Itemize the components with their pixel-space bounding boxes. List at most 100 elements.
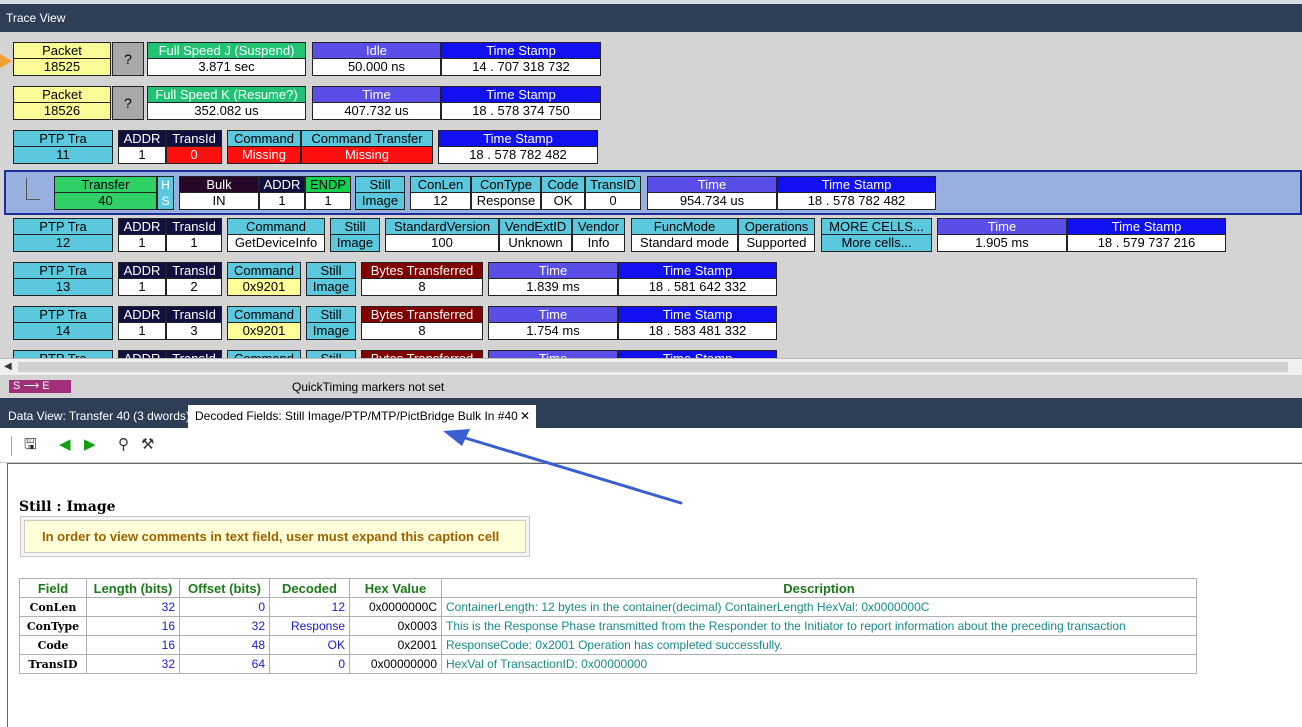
transid-cell[interactable]: TransId 2 [166,262,222,296]
col-hex-value: Hex Value [349,578,442,598]
command-transfer-cell[interactable]: Command Transfer Missing [301,130,433,164]
trace-view-panel[interactable]: Packet 18525 ? Full Speed J (Suspend) 3.87… [0,32,1302,358]
packet-cell[interactable]: Packet 18525 [13,42,111,76]
table-row[interactable]: Code 16 48 OK 0x2001 ResponseCode: 0x200… [19,635,1197,655]
start-end-marker-button[interactable]: S ⟶ E [9,380,71,393]
still-image-cell[interactable]: ▶StillImage [306,262,356,296]
scrollbar-thumb[interactable] [18,362,1288,372]
close-icon[interactable]: ✕ [520,405,530,428]
save-icon[interactable]: 🖫 [24,437,37,453]
still-image-cell[interactable]: Still [306,350,356,358]
code-cell[interactable]: Code OK [541,176,585,210]
timestamp-cell[interactable]: Time Stamp 18 . 578 782 482 [438,130,598,164]
time-cell[interactable]: Time 1.839 ms [488,262,618,296]
time-cell[interactable]: Time 954.734 us [647,176,777,210]
table-row[interactable]: ConType 16 32 Response 0x0003 This is th… [19,616,1197,636]
command-cell[interactable]: Command GetDeviceInfo [227,218,325,252]
command-cell[interactable]: Command [227,350,301,358]
conlen-cell[interactable]: ConLen 12 [410,176,471,210]
func-mode-cell[interactable]: FuncMode Standard mode [631,218,738,252]
command-cell[interactable]: Command 0x9201 [227,306,301,340]
col-field: Field [19,578,87,598]
transid-cell[interactable]: TransID 0 [585,176,641,210]
still-image-cell[interactable]: ▶StillImage [306,306,356,340]
unknown-cell[interactable]: ? [112,86,144,120]
trace-row-transfer-40-selected[interactable]: ▲Transfer40 HS BulkIN ADDR1 ENDP1 ▶Still… [4,170,1302,215]
data-view-tabbar: Data View: Transfer 40 (3 dwords) Decode… [0,398,1302,428]
col-offset: Offset (bits) [179,578,270,598]
timestamp-cell[interactable]: Time Stamp 18 . 578 782 482 [777,176,936,210]
table-row[interactable]: TransID 32 64 0 0x00000000 HexVal of Tra… [19,654,1197,674]
bulk-cell[interactable]: Bulk IN [179,176,259,210]
tab-data-view[interactable]: Data View: Transfer 40 (3 dwords) [0,405,190,428]
quicktiming-bar: S ⟶ E QuickTiming markers not set [0,375,1302,398]
horizontal-scrollbar[interactable]: ◀ [0,358,1302,375]
packet-cell[interactable]: Packet 18526 [13,86,111,120]
transid-cell[interactable]: TransId 1 [166,218,222,252]
timestamp-cell[interactable]: Time Stamp 18 . 581 642 332 [618,262,777,296]
operations-cell[interactable]: Operations Supported [738,218,815,252]
time-cell[interactable]: Time [488,350,618,358]
still-image-cell[interactable]: ▶StillImage [330,218,380,252]
binoculars-icon[interactable]: ⚲ [118,437,129,453]
unknown-cell[interactable]: ? [112,42,144,76]
col-length: Length (bits) [86,578,180,598]
bookmark-marker-icon [0,54,12,68]
table-row[interactable]: ConLen 32 0 12 0x0000000C ContainerLengt… [19,597,1197,617]
decoded-section-title: Still : Image [19,499,116,515]
trace-view-title: Trace View [0,4,1302,32]
transid-cell[interactable]: TransId 3 [166,306,222,340]
transid-cell[interactable]: TransId [166,350,222,358]
tab-decoded-fields-label: Decoded Fields: Still Image/PTP/MTP/Pict… [195,409,518,423]
ptp-transaction-cell[interactable]: ▲PTP Tra13 [13,262,113,296]
next-icon[interactable]: ▶ [84,437,96,453]
more-cells-cell[interactable]: MORE CELLS... More cells... [821,218,932,252]
standard-version-cell[interactable]: StandardVersion 100 [385,218,499,252]
contype-cell[interactable]: ConType Response [471,176,541,210]
time-cell[interactable]: Time 1.754 ms [488,306,618,340]
timestamp-cell[interactable]: Time Stamp 18 . 579 737 216 [1067,218,1226,252]
hammer-icon[interactable]: ⚒ [141,437,154,453]
ptp-transaction-cell[interactable]: PTP Tra [13,350,113,358]
col-decoded: Decoded [269,578,350,598]
tab-decoded-fields[interactable]: Decoded Fields: Still Image/PTP/MTP/Pict… [188,405,536,428]
vendor-ext-id-cell[interactable]: VendExtID Unknown [499,218,572,252]
ptp-transaction-cell[interactable]: ▲PTP Tra12 [13,218,113,252]
decoded-toolbar: 🖫 ◀ ▶ ⚲ ⚒ [0,428,1302,463]
bytes-transferred-cell[interactable]: Bytes Transferred [361,350,483,358]
command-cell[interactable]: Command Missing [227,130,301,164]
time-cell[interactable]: Time 407.732 us [312,86,441,120]
addr-cell[interactable]: ADDR 1 [118,130,166,164]
ptp-transaction-cell[interactable]: ▲PTP Tra14 [13,306,113,340]
scroll-left-icon[interactable]: ◀ [4,361,12,372]
command-cell[interactable]: Command 0x9201 [227,262,301,296]
caption-note-text: In order to view comments in text field,… [24,520,526,553]
transid-cell[interactable]: TransId 0 [166,130,222,164]
bytes-transferred-cell[interactable]: Bytes Transferred 8 [361,306,483,340]
timestamp-cell[interactable]: Time Stamp [618,350,777,358]
full-speed-k-cell[interactable]: Full Speed K (Resume?) 352.082 us [147,86,306,120]
bytes-transferred-cell[interactable]: Bytes Transferred 8 [361,262,483,296]
timestamp-cell[interactable]: Time Stamp 18 . 583 481 332 [618,306,777,340]
endp-cell[interactable]: ENDP 1 [305,176,351,210]
addr-cell[interactable]: ADDR 1 [118,306,166,340]
vendor-cell[interactable]: Vendor Info [572,218,625,252]
timestamp-cell[interactable]: Time Stamp 18 . 578 374 750 [441,86,601,120]
time-cell[interactable]: Time 1.905 ms [937,218,1067,252]
still-image-cell[interactable]: ▶StillImage [355,176,405,210]
tree-connector [26,178,40,200]
addr-cell[interactable]: ADDR [118,350,166,358]
previous-icon[interactable]: ◀ [59,437,71,453]
idle-cell[interactable]: Idle 50.000 ns [312,42,441,76]
addr-cell[interactable]: ADDR 1 [118,262,166,296]
full-speed-j-cell[interactable]: Full Speed J (Suspend) 3.871 sec [147,42,306,76]
hs-cell[interactable]: HS [157,176,174,210]
ptp-transaction-cell[interactable]: ▲PTP Tra11 [13,130,113,164]
quicktiming-status: QuickTiming markers not set [292,380,445,394]
caption-cell-note[interactable]: In order to view comments in text field,… [20,516,530,557]
timestamp-cell[interactable]: Time Stamp 14 . 707 318 732 [441,42,601,76]
table-header-row: Field Length (bits) Offset (bits) Decode… [19,578,1197,598]
transfer-cell[interactable]: ▲Transfer40 [54,176,157,210]
addr-cell[interactable]: ADDR 1 [259,176,305,210]
addr-cell[interactable]: ADDR 1 [118,218,166,252]
